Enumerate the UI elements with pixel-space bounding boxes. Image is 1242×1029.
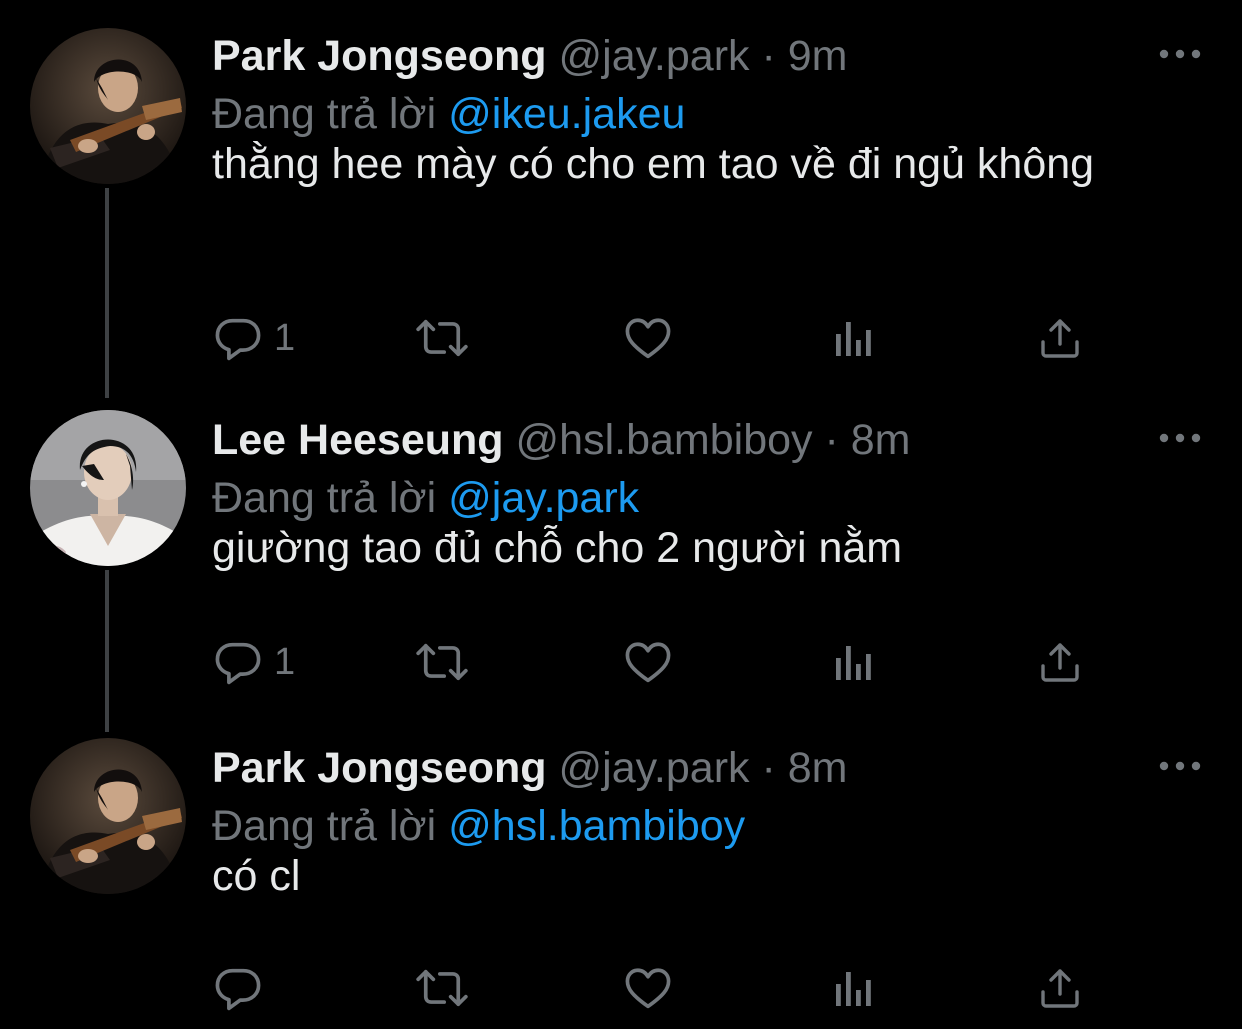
more-options-button[interactable] [1152, 746, 1208, 786]
replying-to-line: Đang trả lời @hsl.bambiboy [212, 796, 745, 856]
heart-icon [625, 968, 671, 1009]
tweet-actions [212, 958, 1092, 1018]
separator-dot: · [761, 744, 776, 792]
replying-to-line: Đang trả lời @jay.park [212, 468, 639, 528]
avatar[interactable] [30, 738, 186, 894]
tweet-actions: 1 [212, 308, 1092, 368]
display-name[interactable]: Park Jongseong [212, 32, 547, 80]
more-icon [1159, 49, 1201, 59]
reply-count: 1 [274, 317, 296, 359]
tweet-text: thằng hee mày có cho em tao về đi ngủ kh… [212, 140, 1095, 188]
share-button[interactable] [1036, 632, 1086, 692]
tweet-timestamp[interactable]: 9m [788, 32, 848, 80]
tweet-timestamp[interactable]: 8m [788, 744, 848, 792]
heart-icon [625, 318, 671, 359]
reply-icon [215, 318, 261, 361]
more-options-button[interactable] [1152, 418, 1208, 458]
display-name[interactable]: Lee Heeseung [212, 416, 504, 464]
mention-link[interactable]: @hsl.bambiboy [448, 802, 745, 850]
retweet-button[interactable] [412, 632, 482, 692]
retweet-button[interactable] [412, 308, 482, 368]
reply-button[interactable]: 1 [212, 308, 322, 368]
user-handle[interactable]: @jay.park [558, 32, 749, 80]
tweet-header: Lee Heeseung @hsl.bambiboy · 8m [212, 410, 911, 470]
retweet-button[interactable] [412, 958, 482, 1018]
views-icon [836, 646, 871, 680]
views-icon [836, 322, 871, 356]
tweet-timestamp[interactable]: 8m [851, 416, 911, 464]
tweet-header: Park Jongseong @jay.park · 9m [212, 26, 847, 86]
tweet-header: Park Jongseong @jay.park · 8m [212, 738, 847, 798]
more-options-button[interactable] [1152, 34, 1208, 74]
tweet-text: giường tao đủ chỗ cho 2 người nằm [212, 524, 903, 572]
reply-button[interactable] [212, 958, 322, 1018]
reply-count: 1 [274, 641, 296, 683]
tweet-actions: 1 [212, 632, 1092, 692]
tweet[interactable]: Lee Heeseung @hsl.bambiboy · 8m Đang trả… [0, 410, 1242, 700]
share-icon [1041, 969, 1079, 1008]
more-icon [1159, 433, 1201, 443]
mention-link[interactable]: @jay.park [448, 474, 639, 522]
views-icon [836, 972, 871, 1006]
like-button[interactable] [622, 958, 682, 1018]
views-button[interactable] [832, 632, 882, 692]
retweet-icon [416, 969, 468, 1007]
retweet-icon [416, 319, 468, 357]
tweet[interactable]: Park Jongseong @jay.park · 9m Đang trả l… [0, 26, 1242, 386]
user-handle[interactable]: @jay.park [558, 744, 749, 792]
share-icon [1041, 319, 1079, 358]
avatar[interactable] [30, 28, 186, 184]
more-icon [1159, 761, 1201, 771]
conversation-thread: Park Jongseong @jay.park · 9m Đang trả l… [0, 0, 1242, 1029]
reply-icon [215, 642, 261, 685]
replying-to-line: Đang trả lời @ikeu.jakeu [212, 84, 685, 144]
separator-dot: · [761, 32, 776, 80]
avatar[interactable] [30, 410, 186, 566]
tweet-text: có cl [212, 852, 301, 900]
like-button[interactable] [622, 632, 682, 692]
user-handle[interactable]: @hsl.bambiboy [516, 416, 813, 464]
reply-icon [215, 968, 261, 1011]
share-icon [1041, 643, 1079, 682]
replying-to-label: Đang trả lời [212, 802, 437, 850]
views-button[interactable] [832, 308, 882, 368]
tweet[interactable]: Park Jongseong @jay.park · 8m Đang trả l… [0, 738, 1242, 1028]
separator-dot: · [824, 416, 839, 464]
retweet-icon [416, 643, 468, 681]
heart-icon [625, 642, 671, 683]
reply-button[interactable]: 1 [212, 632, 322, 692]
display-name[interactable]: Park Jongseong [212, 744, 547, 792]
like-button[interactable] [622, 308, 682, 368]
replying-to-label: Đang trả lời [212, 90, 437, 138]
mention-link[interactable]: @ikeu.jakeu [448, 90, 685, 138]
share-button[interactable] [1036, 958, 1086, 1018]
views-button[interactable] [832, 958, 882, 1018]
replying-to-label: Đang trả lời [212, 474, 437, 522]
share-button[interactable] [1036, 308, 1086, 368]
